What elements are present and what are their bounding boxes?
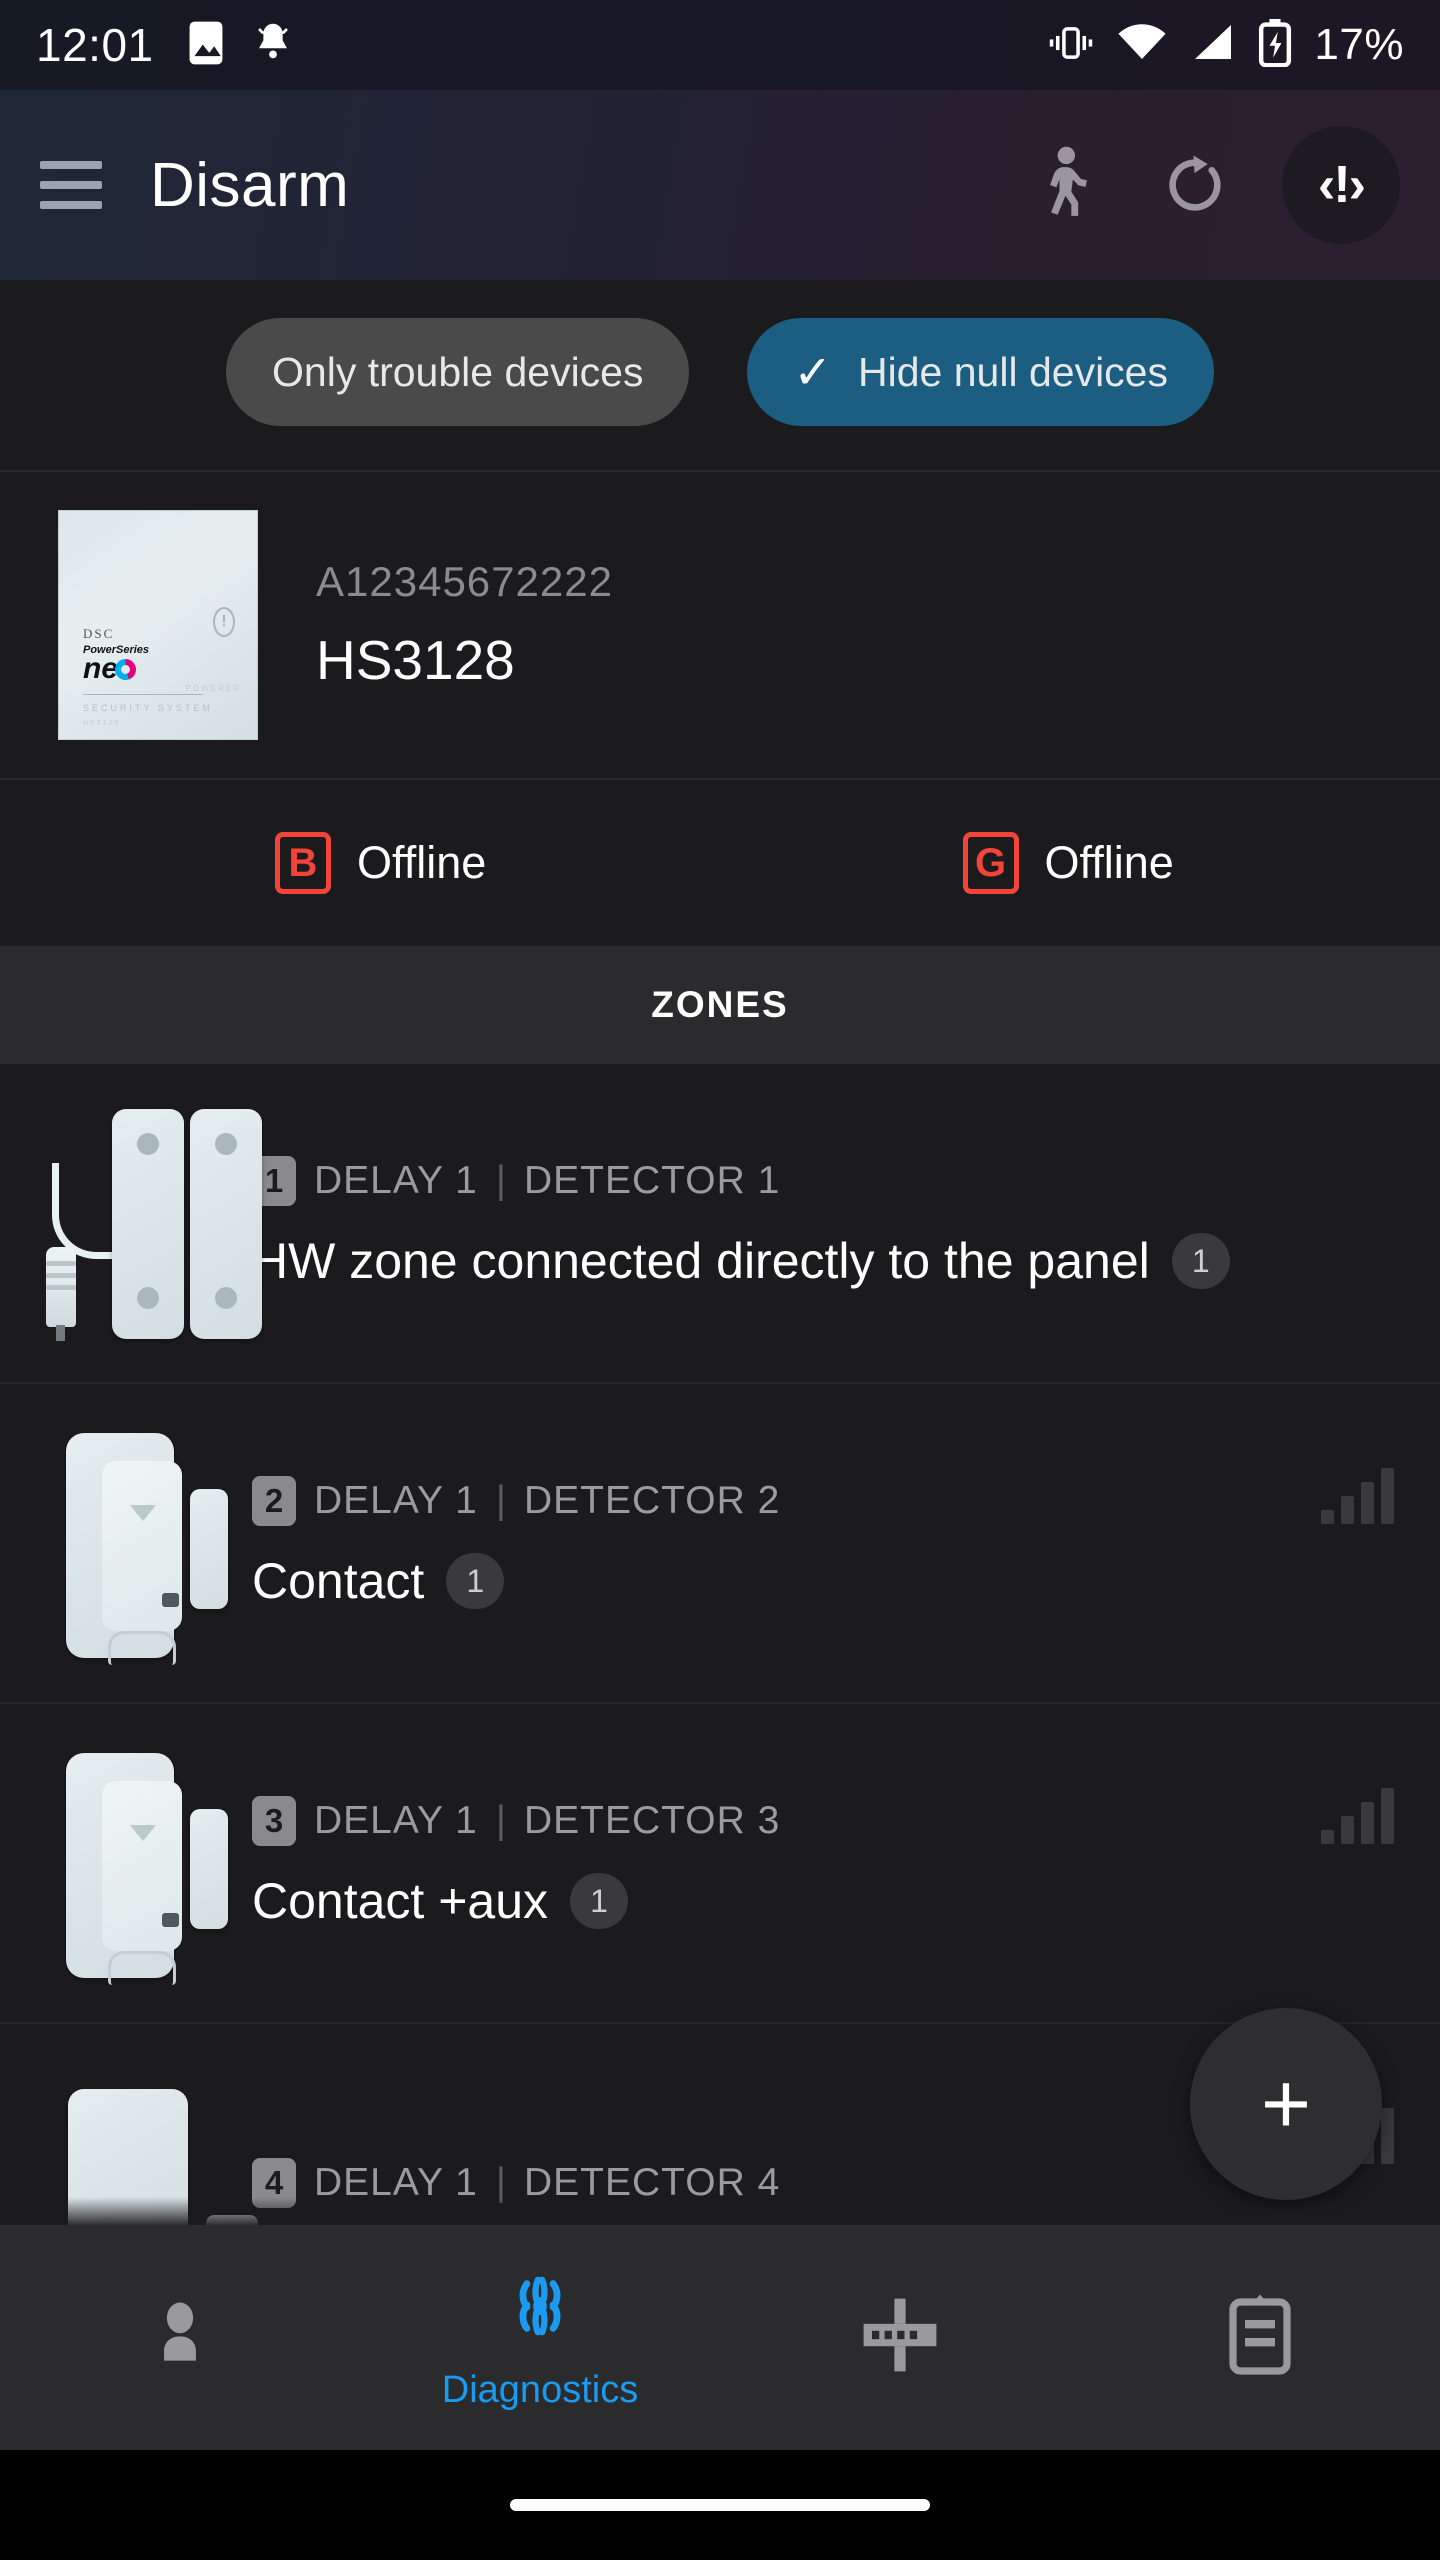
battery-charging-icon (1258, 18, 1292, 72)
zone-detector-label: DETECTOR 3 (523, 1799, 781, 1842)
panel-art-caption-1: SECURITY SYSTEM (83, 703, 213, 713)
clipboard-icon (1223, 2293, 1297, 2382)
zone-separator: | (495, 1799, 506, 1842)
battery-percent-label: 17% (1314, 20, 1404, 69)
zone-details: 3 DELAY 1 | DETECTOR 3 Contact +aux 1 (252, 1796, 1400, 1930)
filter-chip-label: Only trouble devices (272, 348, 644, 395)
zone-separator: | (495, 1159, 506, 1202)
table-row[interactable]: 3 DELAY 1 | DETECTOR 3 Contact +aux 1 (0, 1704, 1440, 2024)
zones-section-header: ZONES (0, 946, 1440, 1064)
wireless-contact-sensor-icon (44, 1743, 234, 1985)
panel-art-caption-3: POWERED (185, 684, 241, 693)
wifi-icon (1116, 23, 1168, 68)
status-bar: 12:01 17% (0, 0, 1440, 90)
bell-status-badge-icon: B (275, 832, 331, 894)
status-bar-system-icons: 17% (1048, 18, 1404, 72)
nav-item-reports[interactable] (1080, 2293, 1440, 2382)
zone-details: 1 DELAY 1 | DETECTOR 1 HW zone connected… (252, 1156, 1400, 1290)
sensor-plug-tip (56, 1325, 65, 1341)
filter-chip-label: Hide null devices (858, 348, 1168, 395)
sensor-magnet (190, 1489, 228, 1609)
page-title: Disarm (150, 150, 350, 220)
zone-separator: | (495, 1479, 506, 1522)
filter-chip-bar: Only trouble devices ✓ Hide null devices (0, 280, 1440, 470)
sensor-plug (46, 1247, 76, 1327)
zone-name: HW zone connected directly to the panel (252, 1233, 1150, 1289)
panel-meta: A12345672222 HS3128 (316, 558, 613, 692)
status-bar-clock: 12:01 (36, 19, 154, 71)
hardwired-contact-sensor-icon (44, 1103, 262, 1343)
status-bar-notification-icons (186, 20, 294, 71)
zone-details: 2 DELAY 1 | DETECTOR 2 Contact 1 (252, 1476, 1400, 1610)
scroll-fade (0, 2197, 1440, 2225)
bell-status-label: Offline (357, 837, 487, 888)
app-bar: Disarm ‹!› (0, 90, 1440, 280)
panel-status-row: B Offline G Offline (0, 780, 1440, 946)
panel-brand-dsc: DSC (83, 625, 115, 641)
zone-number-badge: 3 (252, 1796, 296, 1846)
zone-count-pill: 1 (1171, 1233, 1230, 1289)
table-row[interactable]: 2 DELAY 1 | DETECTOR 2 Contact 1 (0, 1384, 1440, 1704)
filter-chip-hide-null-devices[interactable]: ✓ Hide null devices (747, 318, 1214, 426)
cellular-signal-icon (1190, 23, 1236, 68)
panel-product-image: ! DSC PowerSeries ne SECURITY SYSTEM HS3… (58, 510, 258, 740)
zone-detector-label: DETECTOR 2 (523, 1479, 781, 1522)
panel-brand-mark: DSC PowerSeries ne (83, 625, 149, 685)
debug-alert-icon[interactable]: ‹!› (1282, 126, 1400, 244)
sensor-main-body (66, 1753, 182, 1985)
sensor-plate-right (190, 1109, 262, 1339)
devices-grid-icon (858, 2293, 942, 2382)
panel-summary-row[interactable]: ! DSC PowerSeries ne SECURITY SYSTEM HS3… (0, 472, 1440, 778)
table-row[interactable]: 1 DELAY 1 | DETECTOR 1 HW zone connected… (0, 1064, 1440, 1384)
signal-strength-icon (1321, 1468, 1394, 1524)
zone-detector-label: DETECTOR 1 (523, 1159, 781, 1202)
panel-power-led-icon: ! (213, 607, 235, 637)
sensor-magnet (190, 1809, 228, 1929)
app-screen: 12:01 17% Disarm ‹!› Only trouble device… (0, 0, 1440, 2560)
zone-name: Contact +aux (252, 1873, 549, 1929)
sensor-main-body (66, 1433, 182, 1665)
zone-type-label: DELAY 1 (314, 1799, 478, 1842)
nav-item-profile[interactable] (0, 2298, 360, 2377)
vibrate-icon (1048, 23, 1094, 68)
panel-art-line (83, 694, 203, 695)
nav-item-diagnostics[interactable]: Diagnostics (360, 2264, 720, 2412)
panel-art-caption-2: HS3128 (83, 720, 121, 727)
image-icon (186, 20, 226, 71)
nav-item-devices[interactable] (720, 2293, 1080, 2382)
wireless-contact-sensor-icon (44, 1423, 234, 1665)
panel-brand-neo: ne (83, 651, 119, 685)
status-ground-offline[interactable]: G Offline (753, 832, 1440, 894)
nav-item-label: Diagnostics (441, 2368, 639, 2411)
ground-status-label: Offline (1044, 837, 1174, 888)
app-bar-actions: ‹!› (1022, 126, 1400, 244)
zone-name: Contact (252, 1553, 425, 1609)
signal-strength-icon (1321, 1788, 1394, 1844)
neo-logo-icon (115, 658, 137, 680)
check-icon: ✓ (793, 346, 833, 398)
zone-number-badge: 2 (252, 1476, 296, 1526)
zone-count-pill: 1 (570, 1873, 629, 1929)
gesture-handle[interactable] (510, 2499, 930, 2511)
status-bell-offline[interactable]: B Offline (0, 832, 753, 894)
diagnostics-radar-icon (498, 2264, 582, 2353)
ground-status-badge-icon: G (962, 832, 1019, 894)
bottom-navigation-bar: Diagnostics (0, 2225, 1440, 2450)
zone-type-label: DELAY 1 (314, 1479, 478, 1522)
notification-bell-icon (252, 20, 294, 71)
hamburger-menu-icon[interactable] (40, 161, 102, 209)
filter-chip-only-trouble-devices[interactable]: Only trouble devices (226, 318, 690, 426)
refresh-icon[interactable] (1152, 142, 1238, 228)
person-icon (145, 2298, 215, 2377)
walk-test-icon[interactable] (1022, 142, 1108, 228)
zone-type-label: DELAY 1 (314, 1159, 478, 1202)
sensor-cable (52, 1163, 112, 1259)
panel-serial-number: A12345672222 (316, 558, 613, 605)
panel-model-name: HS3128 (316, 629, 515, 691)
sensor-plate-left (112, 1109, 184, 1339)
zone-count-pill: 1 (446, 1553, 505, 1609)
add-device-fab-button[interactable]: + (1190, 2008, 1382, 2200)
gesture-navigation-bar (0, 2450, 1440, 2560)
